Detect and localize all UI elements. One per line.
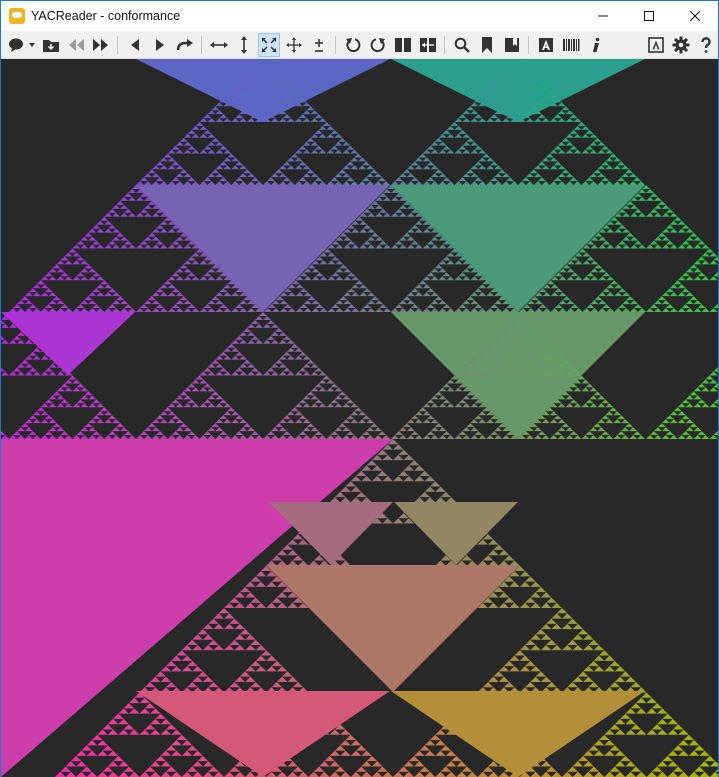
yacreader-logo-icon	[9, 8, 25, 24]
maximize-icon	[644, 11, 654, 21]
fit-height-button[interactable]	[233, 33, 255, 57]
toolbar-separator	[201, 35, 202, 54]
toolbar-separator	[444, 35, 445, 54]
open-folder-button[interactable]	[40, 33, 62, 57]
rotate-right-button[interactable]	[367, 33, 389, 57]
previous-comic-button[interactable]	[65, 33, 87, 57]
show-shortcuts-button[interactable]	[645, 33, 667, 57]
comic-page-viewer[interactable]	[1, 59, 718, 777]
double-page-icon	[394, 37, 411, 52]
help-button[interactable]	[695, 33, 717, 57]
next-comic-button[interactable]	[90, 33, 112, 57]
show-shortcuts-icon	[647, 36, 664, 53]
fit-width-button[interactable]	[208, 33, 230, 57]
fit-width-icon	[209, 41, 228, 48]
speech-bubble-icon	[8, 38, 35, 52]
maximize-button[interactable]	[626, 1, 672, 31]
show-dictionary-icon	[562, 38, 579, 51]
manga-mode-icon	[419, 37, 436, 52]
next-comic-icon	[92, 38, 108, 51]
go-to-page-button[interactable]	[174, 33, 196, 57]
zoom-slider-icon	[314, 38, 323, 52]
magnifier-icon	[454, 37, 470, 53]
rotate-left-button[interactable]	[342, 33, 364, 57]
zoom-slider-button[interactable]	[308, 33, 330, 57]
translator-icon	[538, 37, 553, 52]
close-button[interactable]	[672, 1, 718, 31]
close-icon	[690, 11, 700, 21]
toolbar-separator	[335, 35, 336, 54]
bookmark-button[interactable]	[476, 33, 498, 57]
show-bookmarks-button[interactable]	[501, 33, 523, 57]
translator-button[interactable]	[535, 33, 557, 57]
speech-bubble-button[interactable]	[7, 33, 37, 57]
window-title: YACReader - conformance	[31, 9, 181, 23]
double-page-button[interactable]	[392, 33, 414, 57]
original-size-button[interactable]	[283, 33, 305, 57]
previous-comic-icon	[68, 38, 84, 51]
app-window: YACReader - conformance	[0, 0, 719, 777]
show-bookmarks-icon	[504, 37, 519, 52]
next-page-icon	[155, 38, 164, 51]
minimize-icon	[598, 15, 608, 17]
next-page-button[interactable]	[149, 33, 171, 57]
settings-button[interactable]	[670, 33, 692, 57]
toolbar	[1, 31, 718, 59]
fit-page-button[interactable]	[257, 32, 280, 57]
previous-page-button[interactable]	[124, 33, 146, 57]
comic-info-button[interactable]	[585, 33, 607, 57]
magnifier-button[interactable]	[451, 33, 473, 57]
title-bar[interactable]: YACReader - conformance	[1, 1, 718, 31]
open-folder-icon	[42, 39, 59, 52]
fit-height-icon	[240, 35, 247, 54]
manga-mode-button[interactable]	[417, 33, 439, 57]
toolbar-separator	[117, 35, 118, 54]
go-to-page-icon	[176, 38, 193, 50]
toolbar-separator	[528, 35, 529, 54]
comic-info-icon	[592, 37, 599, 52]
sierpinski-gradient-page	[1, 59, 718, 777]
rotate-left-icon	[345, 37, 360, 52]
fit-page-icon	[260, 36, 277, 53]
show-dictionary-button[interactable]	[560, 33, 582, 57]
minimize-button[interactable]	[580, 1, 626, 31]
original-size-icon	[285, 36, 302, 53]
settings-icon	[672, 36, 689, 53]
previous-page-icon	[130, 38, 139, 51]
rotate-right-icon	[370, 37, 385, 52]
help-icon	[700, 36, 711, 53]
bookmark-icon	[481, 36, 492, 53]
